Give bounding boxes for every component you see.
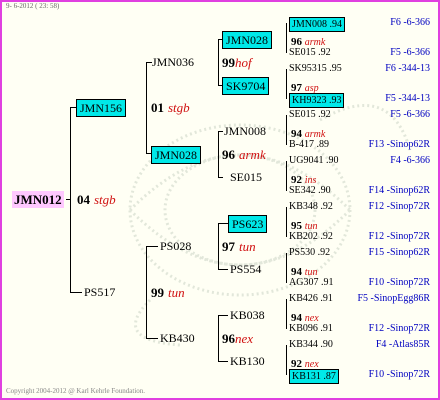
gen3-queen-5[interactable]: PS623	[228, 215, 268, 233]
gen3-queen-1[interactable]: JMN028	[222, 31, 273, 49]
gen4-line-code[interactable]: F10 -Sinop72R	[310, 369, 430, 380]
gen4-line-code[interactable]: F4 -6-366	[310, 155, 430, 166]
gen1-year-note-2: 99 tun	[151, 284, 185, 302]
gen2-year-note-4: 96nex	[222, 330, 253, 348]
gen2-year-note-3: 97 tun	[222, 238, 256, 256]
gen1-year: 01	[151, 100, 164, 115]
gen2-note: nex	[235, 331, 254, 346]
gen2-queen-1[interactable]: JMN036	[152, 55, 194, 70]
gen3-queen-6[interactable]: PS554	[230, 262, 261, 277]
root-year: 04	[77, 192, 90, 207]
gen3-queen-3[interactable]: JMN008	[224, 124, 266, 139]
gen2-year-note-2: 96 armk	[222, 146, 266, 164]
gen3-queen-8[interactable]: KB130	[230, 354, 265, 369]
gen4-line-code[interactable]: F12 -Sinop72R	[310, 323, 430, 334]
gen2-note: hof	[235, 55, 252, 70]
header-date: 9- 6-2012 ( 23: 58)	[6, 2, 60, 10]
footer-copyright: Copyright 2004-2012 @ Karl Kehrle Founda…	[6, 387, 146, 395]
gen4-line-code[interactable]: F13 -Sinop62R	[310, 139, 430, 150]
gen4-line-code[interactable]: F5 -344-13	[310, 93, 430, 104]
gen4-line-code[interactable]: F12 -Sinop72R	[310, 201, 430, 212]
gen4-line-code[interactable]: F14 -Sinop62R	[310, 185, 430, 196]
gen3-queen-7[interactable]: KB038	[230, 308, 265, 323]
gen2-queen-2[interactable]: JMN028	[151, 146, 202, 164]
gen1-note: tun	[168, 285, 185, 300]
gen4-line-code[interactable]: F6 -344-13	[310, 63, 430, 74]
gen1-queen-1[interactable]: JMN156	[76, 99, 127, 117]
gen4-line-code[interactable]: F5 -SinopEgg86R	[310, 293, 430, 304]
gen2-queen-3[interactable]: PS028	[160, 239, 191, 254]
gen1-year-note-1: 01 stgb	[151, 99, 190, 117]
gen2-note: armk	[239, 147, 266, 162]
root-queen[interactable]: JMN012	[12, 191, 64, 208]
gen4-line-code[interactable]: F15 -Sinop62R	[310, 247, 430, 258]
gen4-line-code[interactable]: F6 -6-366	[310, 17, 430, 28]
gen2-queen-4[interactable]: KB430	[160, 331, 195, 346]
gen4-line-code[interactable]: F4 -Atlas85R	[310, 339, 430, 350]
root-year-note: 04 stgb	[77, 191, 116, 209]
gen2-year: 96	[222, 331, 235, 346]
gen4-line-code[interactable]: F12 -Sinop72R	[310, 231, 430, 242]
gen1-note: stgb	[168, 100, 190, 115]
gen3-queen-2[interactable]: SK9704	[222, 77, 270, 95]
gen2-year: 99	[222, 55, 235, 70]
gen4-line-code[interactable]: F5 -6-366	[310, 47, 430, 58]
gen4-line-code[interactable]: F5 -6-366	[310, 109, 430, 120]
gen3-queen-4[interactable]: SE015	[230, 170, 262, 185]
gen2-year: 96	[222, 147, 235, 162]
gen2-year-note-1: 99hof	[222, 54, 252, 72]
gen1-queen-2[interactable]: PS517	[84, 285, 115, 300]
gen2-year: 97	[222, 239, 235, 254]
root-note: stgb	[94, 192, 116, 207]
gen1-year: 99	[151, 285, 164, 300]
gen2-note: tun	[239, 239, 256, 254]
gen4-line-code[interactable]: F10 -Sinop72R	[310, 277, 430, 288]
